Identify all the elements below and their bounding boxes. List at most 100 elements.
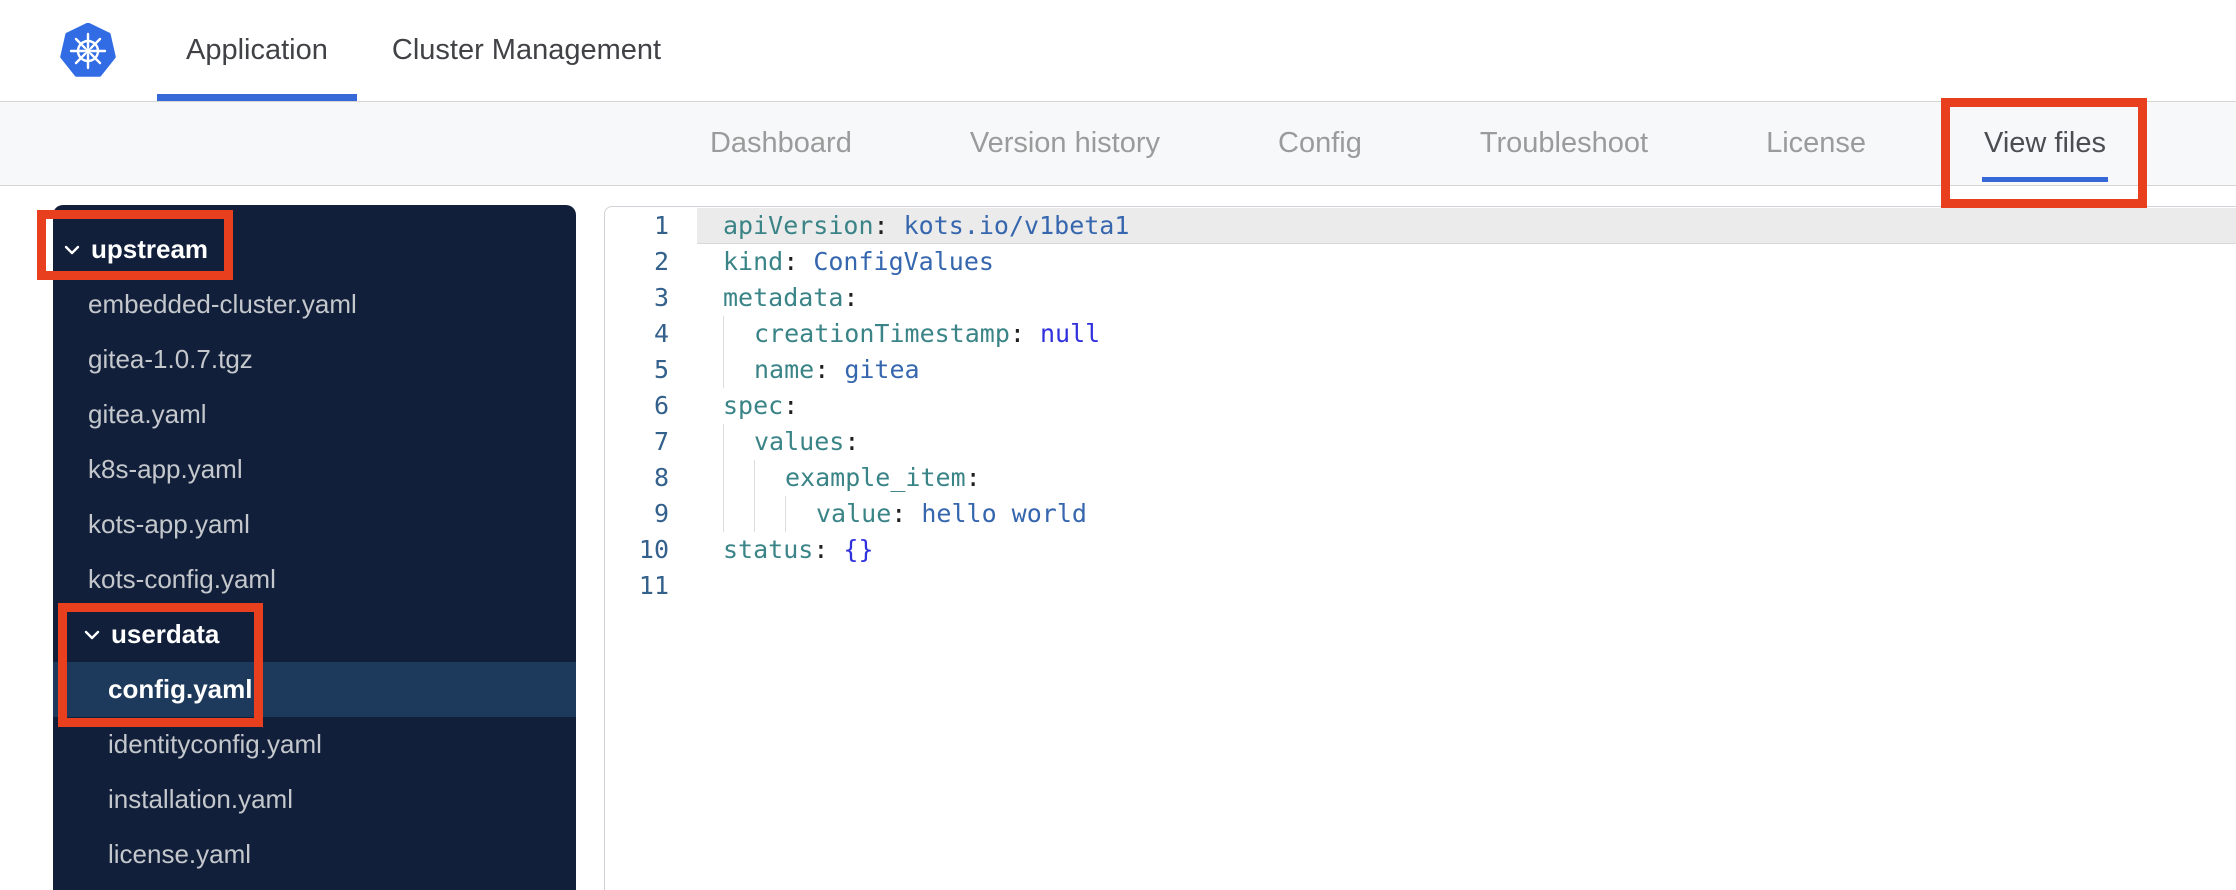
top-tab-label: Cluster Management [391,34,662,66]
tree-file-installation-yaml[interactable]: installation.yaml [53,772,576,827]
line-number: 11 [638,571,669,600]
subnav-item-config[interactable]: Config [1278,102,1362,185]
tree-folder-userdata[interactable]: userdata [53,607,576,662]
code-token-key: value [816,499,892,528]
code-token-key: apiVersion [723,211,874,240]
indent-guide [723,352,754,388]
tree-file-config-yaml[interactable]: config.yaml [53,662,576,717]
subnav-item-label: Dashboard [709,127,852,159]
tree-item-label: gitea.yaml [88,399,207,429]
file-tree: upstream embedded-cluster.yaml gitea-1.0… [53,205,576,890]
code-token-punc: : [783,247,814,276]
code-line-content: metadata: [697,280,2236,316]
code-line: 10 status: {} [605,532,2236,568]
subnav-item-dashboard[interactable]: Dashboard [710,102,852,185]
line-number: 9 [653,499,669,528]
code-token-key: metadata [723,283,844,312]
code-token-punc: : [813,535,844,564]
code-token-punc: : [814,355,845,384]
code-token-const: {} [843,535,874,564]
line-number: 7 [653,427,669,456]
code-token-punc: : [844,427,860,456]
code-token-punc: : [843,283,859,312]
tree-file-kots-config-yaml[interactable]: kots-config.yaml [53,552,576,607]
subnav-item-label: Version history [969,127,1161,159]
code-token-key: example_item [785,463,966,492]
chevron-down-icon [64,245,80,255]
code-token-key: spec [723,391,784,420]
tree-item-label: gitea-1.0.7.tgz [88,344,253,374]
tree-file-kots-app-yaml[interactable]: kots-app.yaml [53,497,576,552]
line-number: 8 [653,463,669,492]
indent-guide [785,496,816,532]
line-number: 6 [653,391,669,420]
indent-guide [723,460,754,496]
code-line-content: name: gitea [697,352,2236,388]
code-token-punc: : [1009,319,1040,348]
code-line-content: example_item: [697,460,2236,496]
code-token-key: name [754,355,815,384]
tree-file-identityconfig-yaml[interactable]: identityconfig.yaml [53,717,576,772]
code-line: 6 spec: [605,388,2236,424]
code-token-punc: : [965,463,981,492]
indent-guide [723,316,754,352]
code-line-content: values: [697,424,2236,460]
line-number: 3 [653,283,669,312]
top-tabs: Application Cluster Management [154,0,693,101]
line-number: 4 [653,319,669,348]
indent-guide [723,496,754,532]
line-number: 1 [653,211,669,240]
tree-item-label: identityconfig.yaml [108,729,322,759]
code-line: 11 [605,568,2236,604]
indent-guide [754,496,785,532]
subnav-item-label: View files [1984,127,2106,159]
code-line-content: creationTimestamp: null [697,316,2236,352]
code-line: 4 creationTimestamp: null [605,316,2236,352]
subnav-item-view-files[interactable]: View files [1982,102,2108,185]
subnav-item-troubleshoot[interactable]: Troubleshoot [1480,102,1648,185]
code-token-str: kots.io/v1beta1 [903,211,1130,240]
subnav-item-version-history[interactable]: Version history [970,102,1160,185]
code-editor[interactable]: 1 apiVersion: kots.io/v1beta1 2 kind: Co… [604,206,2236,890]
code-line: 1 apiVersion: kots.io/v1beta1 [605,208,2236,244]
tree-item-label: kots-config.yaml [88,564,276,594]
tab-application[interactable]: Application [154,0,360,101]
top-nav-bar: Application Cluster Management [0,0,2236,102]
code-line-content [697,568,2236,604]
tree-item-label: kots-app.yaml [88,509,250,539]
code-line: 2 kind: ConfigValues [605,244,2236,280]
tree-file-gitea-yaml[interactable]: gitea.yaml [53,387,576,442]
top-tab-label: Application [186,34,328,66]
tree-item-label: license.yaml [108,839,252,869]
subnav-item-license[interactable]: License [1766,102,1866,185]
kubernetes-logo [60,0,116,101]
tree-file-license-yaml[interactable]: license.yaml [53,827,576,882]
tree-item-label: embedded-cluster.yaml [88,289,357,319]
tab-cluster-management[interactable]: Cluster Management [360,0,693,101]
kubernetes-helm-icon [60,22,116,77]
code-line-content: spec: [697,388,2236,424]
code-token-key: creationTimestamp [754,319,1010,348]
tree-folder-upstream[interactable]: upstream [53,222,576,277]
app-subnav: Dashboard Version history Config Trouble… [0,102,2236,186]
code-line: 8 example_item: [605,460,2236,496]
code-token-const: null [1039,319,1101,348]
subnav-item-label: Config [1278,127,1362,159]
code-token-key: kind [723,247,784,276]
tree-item-label: installation.yaml [108,784,293,814]
tree-file-gitea-1-0-7-tgz[interactable]: gitea-1.0.7.tgz [53,332,576,387]
code-line: 9 value: hello world [605,496,2236,532]
code-line: 3 metadata: [605,280,2236,316]
code-line-content: status: {} [697,532,2236,568]
tree-file-embedded-cluster-yaml[interactable]: embedded-cluster.yaml [53,277,576,332]
indent-guide [723,424,754,460]
code-token-key: status [723,535,814,564]
code-token-str: hello world [921,499,1087,528]
tree-item-label: config.yaml [108,674,253,704]
chevron-down-icon [84,630,100,640]
line-number: 5 [653,355,669,384]
tree-file-k8s-app-yaml[interactable]: k8s-app.yaml [53,442,576,497]
code-token-str: gitea [844,355,920,384]
code-token-punc: : [783,391,799,420]
line-number: 2 [653,247,669,276]
